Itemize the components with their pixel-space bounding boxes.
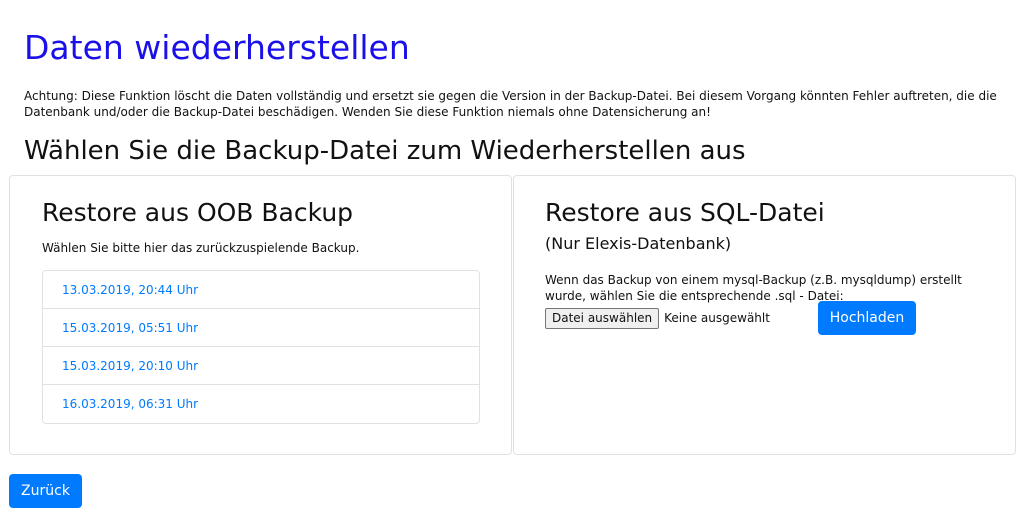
sql-card-subtitle: (Nur Elexis-Datenbank) [545, 234, 732, 253]
back-button[interactable]: Zurück [9, 474, 82, 508]
choose-file-button[interactable]: Datei auswählen [545, 307, 660, 329]
upload-button[interactable]: Hochladen [818, 301, 916, 335]
page-title: Daten wiederherstellen [24, 28, 410, 67]
backup-list-item[interactable]: 13.03.2019, 20:44 Uhr [43, 271, 479, 309]
warning-text: Achtung: Diese Funktion löscht die Daten… [24, 89, 997, 119]
backup-list-item[interactable]: 15.03.2019, 20:10 Uhr [43, 347, 479, 385]
file-status-text: Keine ausgewählt [664, 311, 770, 325]
oob-backup-card: Restore aus OOB Backup Wählen Sie bitte … [9, 175, 512, 455]
oob-card-title: Restore aus OOB Backup [42, 198, 354, 227]
oob-card-instruction: Wählen Sie bitte hier das zurückzuspiele… [42, 241, 360, 255]
section-subtitle: Wählen Sie die Backup-Datei zum Wiederhe… [24, 136, 746, 166]
sql-card-instruction: Wenn das Backup von einem mysql-Backup (… [545, 273, 962, 303]
backup-list-item[interactable]: 16.03.2019, 06:31 Uhr [43, 385, 479, 423]
backup-list: 13.03.2019, 20:44 Uhr 15.03.2019, 05:51 … [42, 270, 480, 424]
backup-list-item[interactable]: 15.03.2019, 05:51 Uhr [43, 309, 479, 347]
sql-restore-card: Restore aus SQL-Datei (Nur Elexis-Datenb… [513, 175, 1016, 455]
file-input: Datei auswählen Keine ausgewählt [545, 307, 770, 329]
sql-card-title: Restore aus SQL-Datei [545, 198, 825, 227]
